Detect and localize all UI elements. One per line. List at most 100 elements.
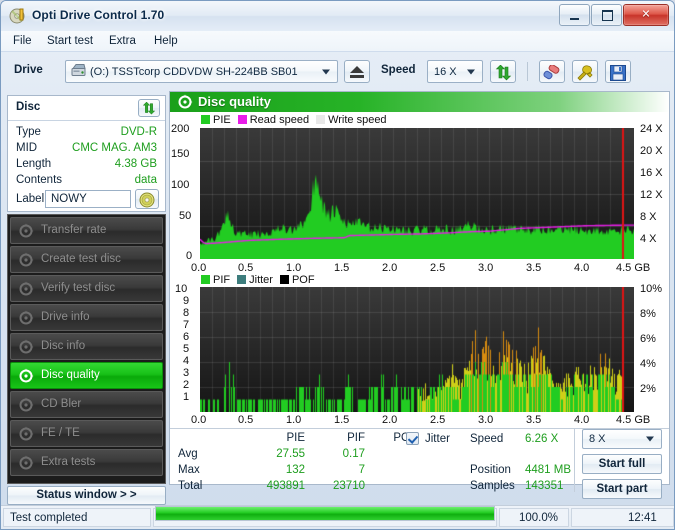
sidebar-item-create-test-disc[interactable]: Create test disc bbox=[10, 246, 163, 273]
chart2-xtick-1: 0.5 bbox=[238, 414, 254, 426]
legend-label-pof: POF bbox=[291, 274, 315, 286]
chart1-ytick-150: 150 bbox=[171, 148, 190, 160]
disc-refresh-button[interactable] bbox=[138, 99, 160, 117]
sidebar-item-disc-info[interactable]: Disc info bbox=[10, 333, 163, 360]
drive-select[interactable]: (O:) TSSTcorp CDDVDW SH-224BB SB01 bbox=[65, 60, 338, 83]
sidebar-label: Verify test disc bbox=[41, 282, 116, 294]
disc-type-value: DVD-R bbox=[120, 126, 157, 138]
pie-speed-chart bbox=[200, 128, 634, 259]
legend-swatch-read-speed bbox=[237, 115, 247, 124]
sidebar-item-transfer-rate[interactable]: Transfer rate bbox=[10, 217, 163, 244]
sidebar-item-cd-bler[interactable]: CD Bler bbox=[10, 391, 163, 418]
gear-disc-icon bbox=[177, 94, 193, 113]
chart1-xtick-8: 4.0 bbox=[574, 262, 590, 274]
chart1-y2tick-4x: 4 X bbox=[640, 233, 657, 245]
jitter-checkbox[interactable] bbox=[406, 432, 419, 445]
maximize-icon bbox=[602, 10, 613, 21]
chart1-xtick-4: 2.0 bbox=[382, 262, 398, 274]
disc-info-header: Disc bbox=[8, 96, 165, 121]
chart1-xtick-7: 3.5 bbox=[526, 262, 542, 274]
disc-label-input[interactable]: NOWY bbox=[45, 190, 131, 208]
chart2-legend: PIF Jitter POF bbox=[201, 274, 322, 286]
sidebar-label: Create test disc bbox=[41, 253, 121, 265]
erase-button[interactable] bbox=[539, 60, 565, 83]
pif-max-value: 7 bbox=[358, 464, 365, 476]
tools-icon bbox=[577, 65, 593, 81]
sidebar-label: Disc quality bbox=[41, 369, 100, 381]
chart1-y2tick-12x: 12 X bbox=[640, 189, 663, 201]
disc-row-mid: MID CMC MAG. AM3 bbox=[16, 142, 157, 156]
refresh-icon bbox=[495, 65, 512, 81]
chart1-ytick-200: 200 bbox=[171, 123, 190, 135]
legend-swatch-pie bbox=[201, 115, 210, 124]
stats-header-pie: PIE bbox=[286, 432, 305, 444]
sidebar-item-fe-te[interactable]: FE / TE bbox=[10, 420, 163, 447]
chart1-xtick-0: 0.0 bbox=[191, 262, 207, 274]
sidebar-item-drive-info[interactable]: Drive info bbox=[10, 304, 163, 331]
elapsed-cell bbox=[571, 508, 674, 527]
chart1-ytick-0: 0 bbox=[186, 250, 193, 262]
disc-mid-label: MID bbox=[16, 142, 38, 154]
menu-bar: File Start test Extra Help bbox=[1, 31, 674, 52]
chart2-ytick-8: 8 bbox=[183, 307, 190, 319]
close-button[interactable]: ✕ bbox=[623, 4, 669, 26]
refresh-icon bbox=[142, 102, 156, 115]
refresh-button[interactable] bbox=[490, 60, 516, 83]
start-part-button[interactable]: Start part bbox=[582, 479, 662, 499]
disc-row-contents: Contents data bbox=[16, 174, 157, 188]
menu-file[interactable]: File bbox=[8, 34, 37, 49]
chart1-xtick-3: 1.5 bbox=[334, 262, 350, 274]
sidebar-item-disc-quality[interactable]: Disc quality bbox=[10, 362, 163, 389]
start-full-button[interactable]: Start full bbox=[582, 454, 662, 474]
status-message: Test completed bbox=[10, 512, 88, 524]
disc-row-length: Length 4.38 GB bbox=[16, 158, 157, 172]
stats-row-max: Max bbox=[178, 464, 200, 476]
menu-help[interactable]: Help bbox=[149, 34, 183, 49]
page-title: Disc quality bbox=[198, 94, 271, 109]
menu-extra[interactable]: Extra bbox=[104, 34, 141, 49]
menu-start-test[interactable]: Start test bbox=[42, 34, 98, 49]
chart1-xtick-5: 2.5 bbox=[430, 262, 446, 274]
test-speed-value: 8 X bbox=[589, 433, 606, 445]
chart2-xtick-6: 3.0 bbox=[478, 414, 494, 426]
chart2-xtick-7: 3.5 bbox=[526, 414, 542, 426]
minimize-button[interactable] bbox=[559, 4, 590, 26]
legend-label-pif: PIF bbox=[213, 274, 231, 286]
stats-divider-vertical bbox=[574, 429, 575, 492]
sidebar-item-extra-tests[interactable]: Extra tests bbox=[10, 449, 163, 476]
disc-quality-panel: Disc quality PIE Read speed Write speed 20… bbox=[169, 91, 670, 499]
stats-row-avg: Avg bbox=[178, 448, 198, 460]
chart1-ytick-50: 50 bbox=[179, 210, 192, 222]
progress-percent: 100.0% bbox=[519, 512, 559, 524]
chart2-xtick-3: 1.5 bbox=[334, 414, 350, 426]
maximize-button[interactable] bbox=[591, 4, 622, 26]
chart1-legend: PIE Read speed Write speed bbox=[201, 114, 394, 126]
disc-contents-label: Contents bbox=[16, 174, 63, 186]
pie-avg-value: 27.55 bbox=[276, 448, 305, 460]
chart1-y2tick-20x: 20 X bbox=[640, 145, 663, 157]
legend-swatch-pif bbox=[201, 275, 210, 284]
samples-stat-label: Samples bbox=[470, 480, 515, 492]
test-speed-select[interactable]: 8 X bbox=[582, 429, 662, 449]
panel-header: Disc quality bbox=[170, 92, 669, 112]
chart2-y2tick-2pct: 2% bbox=[640, 383, 656, 395]
disc-label-button[interactable] bbox=[135, 189, 159, 209]
eject-button[interactable] bbox=[344, 60, 370, 83]
chevron-down-icon bbox=[467, 69, 475, 74]
legend-swatch-pof bbox=[279, 275, 289, 284]
chart1-y2tick-16x: 16 X bbox=[640, 167, 663, 179]
gear-disc-icon bbox=[18, 426, 34, 442]
pie-total-value: 493891 bbox=[266, 480, 305, 492]
jitter-label: Jitter bbox=[425, 433, 450, 445]
chart2-xtick-4: 2.0 bbox=[382, 414, 398, 426]
tools-button[interactable] bbox=[572, 60, 598, 83]
drive-icon bbox=[71, 63, 86, 80]
gear-disc-icon bbox=[18, 455, 34, 471]
save-button[interactable] bbox=[605, 60, 631, 83]
speed-select[interactable]: 16 X bbox=[427, 60, 483, 83]
legend-label-pie: PIE bbox=[213, 114, 231, 126]
status-window-button[interactable]: Status window > > bbox=[7, 486, 166, 505]
sidebar-item-verify-test-disc[interactable]: Verify test disc bbox=[10, 275, 163, 302]
speed-value: 16 X bbox=[434, 65, 457, 78]
chart1-y2tick-8x: 8 X bbox=[640, 211, 657, 223]
